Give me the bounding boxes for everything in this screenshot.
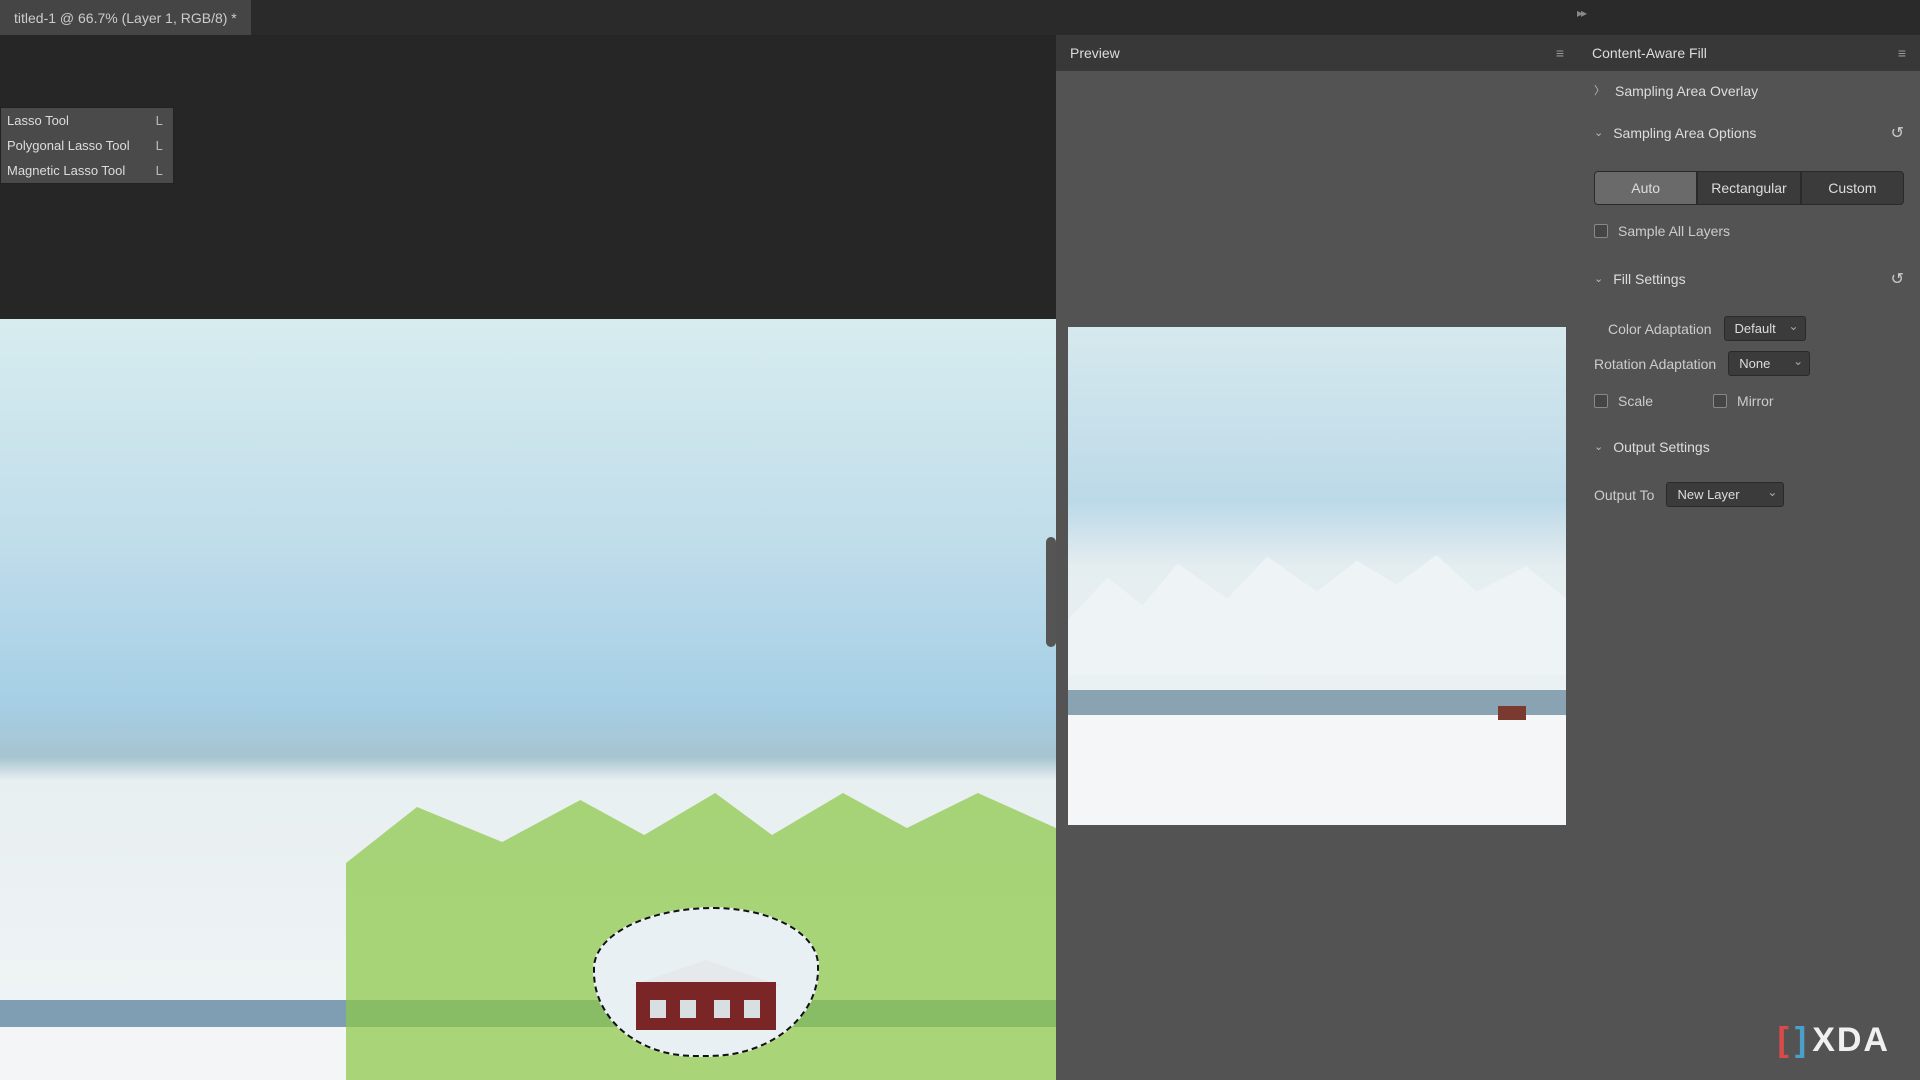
preview-body	[1056, 71, 1578, 1080]
chevron-down-icon: ⌄	[1594, 272, 1603, 285]
section-title: Sampling Area Options	[1613, 125, 1756, 141]
chevron-right-icon: 〉	[1594, 82, 1605, 98]
rotation-adaptation-label: Rotation Adaptation	[1594, 356, 1716, 372]
panel-menu-icon[interactable]: ≡	[1898, 45, 1906, 61]
canvas-scrollbar[interactable]	[1046, 537, 1056, 647]
document-tab[interactable]: titled-1 @ 66.7% (Layer 1, RGB/8) *	[0, 0, 251, 35]
caf-panel-title: Content-Aware Fill	[1592, 45, 1707, 61]
sample-all-layers-row[interactable]: Sample All Layers	[1594, 219, 1904, 243]
tool-label: Polygonal Lasso Tool	[7, 138, 130, 153]
sampling-mode-auto[interactable]: Auto	[1594, 171, 1697, 205]
checkbox-label: Scale	[1618, 393, 1653, 409]
preview-image[interactable]	[1068, 327, 1566, 825]
tool-shortcut: L	[156, 113, 163, 128]
tool-label: Lasso Tool	[7, 113, 130, 128]
tool-polygonal-lasso[interactable]: Polygonal Lasso Tool L	[1, 133, 173, 158]
chevron-down-icon: ⌄	[1594, 440, 1603, 453]
section-title: Sampling Area Overlay	[1615, 83, 1758, 99]
bracket-icon: ]	[1795, 1021, 1808, 1060]
tool-shortcut: L	[156, 138, 163, 153]
tool-magnetic-lasso[interactable]: Magnetic Lasso Tool L	[1, 158, 173, 183]
bracket-icon: [	[1778, 1021, 1791, 1060]
color-adaptation-select[interactable]: Default	[1724, 316, 1806, 341]
sampling-mode-segmented: Auto Rectangular Custom	[1594, 171, 1904, 205]
content-aware-fill-panel: Content-Aware Fill ≡ 〉 Sampling Area Ove…	[1578, 35, 1920, 1080]
checkbox-icon[interactable]	[1713, 394, 1727, 408]
section-fill-settings[interactable]: ⌄ Fill Settings ↺	[1578, 257, 1920, 301]
section-output-settings[interactable]: ⌄ Output Settings	[1578, 427, 1920, 467]
sampling-mode-rectangular[interactable]: Rectangular	[1697, 171, 1800, 205]
canvas-area[interactable]: Lasso Tool L Polygonal Lasso Tool L Magn…	[0, 35, 1056, 1080]
checkbox-label: Sample All Layers	[1618, 223, 1730, 239]
document-tab-bar: titled-1 @ 66.7% (Layer 1, RGB/8) *	[0, 0, 1920, 35]
reset-icon[interactable]: ↺	[1891, 269, 1904, 289]
preview-panel-header: Preview ≡	[1056, 35, 1578, 71]
section-sampling-options[interactable]: ⌄ Sampling Area Options ↺	[1578, 111, 1920, 155]
tool-shortcut: L	[156, 163, 163, 178]
checkbox-icon[interactable]	[1594, 394, 1608, 408]
panel-collapse-handle[interactable]: ▸▸	[1577, 6, 1585, 20]
color-adaptation-label: Color Adaptation	[1608, 321, 1712, 337]
preview-panel: Preview ≡	[1056, 35, 1578, 1080]
section-title: Output Settings	[1613, 439, 1710, 455]
chevron-down-icon: ⌄	[1594, 126, 1603, 139]
document-tab-title: titled-1 @ 66.7% (Layer 1, RGB/8) *	[14, 10, 237, 26]
output-to-label: Output To	[1594, 487, 1654, 503]
mirror-row[interactable]: Mirror	[1713, 389, 1774, 413]
checkbox-icon[interactable]	[1594, 224, 1608, 238]
rotation-adaptation-select[interactable]: None	[1728, 351, 1810, 376]
sampling-mode-custom[interactable]: Custom	[1801, 171, 1904, 205]
panel-menu-icon[interactable]: ≡	[1556, 45, 1564, 61]
image-house	[636, 960, 776, 1030]
caf-panel-header: Content-Aware Fill ≡	[1578, 35, 1920, 71]
checkbox-label: Mirror	[1737, 393, 1774, 409]
watermark-text: XDA	[1812, 1021, 1890, 1060]
tool-lasso[interactable]: Lasso Tool L	[1, 108, 173, 133]
section-sampling-overlay[interactable]: 〉 Sampling Area Overlay	[1578, 71, 1920, 111]
lasso-tool-flyout: Lasso Tool L Polygonal Lasso Tool L Magn…	[0, 107, 174, 184]
scale-row[interactable]: Scale	[1594, 389, 1653, 413]
main-image	[0, 319, 1056, 1080]
xda-watermark: [] XDA	[1778, 1021, 1890, 1060]
output-to-select[interactable]: New Layer	[1666, 482, 1784, 507]
reset-icon[interactable]: ↺	[1891, 123, 1904, 143]
section-title: Fill Settings	[1613, 271, 1685, 287]
tool-label: Magnetic Lasso Tool	[7, 163, 130, 178]
preview-panel-title: Preview	[1070, 45, 1120, 61]
